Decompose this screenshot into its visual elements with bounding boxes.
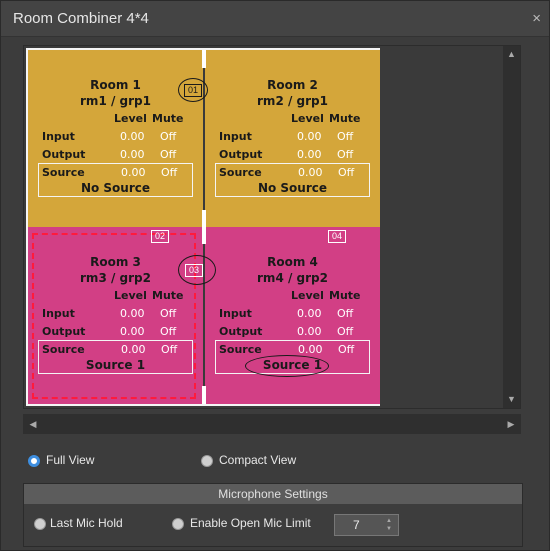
level-header: Level — [114, 112, 147, 125]
scroll-left-icon[interactable]: ◀ — [25, 414, 41, 434]
input-level[interactable]: 0.00 — [297, 307, 322, 320]
open-mic-limit-radio[interactable] — [172, 518, 184, 530]
output-level[interactable]: 0.00 — [297, 325, 322, 338]
mute-header: Mute — [329, 289, 361, 302]
spinner-down-icon[interactable]: ▼ — [382, 525, 396, 533]
vertical-scrollbar[interactable]: ▲ ▼ — [503, 46, 520, 408]
room-1-badge[interactable]: 01 — [184, 84, 202, 97]
room-2-panel[interactable]: Room 2 rm2 / grp1 Level Mute Input 0.00 … — [205, 50, 380, 227]
microphone-settings-title: Microphone Settings — [24, 484, 522, 504]
input-mute[interactable]: Off — [337, 130, 353, 143]
room-grid: Room 1 rm1 / grp1 Level Mute Input 0.00 … — [26, 48, 380, 406]
room-canvas: Room 1 rm1 / grp1 Level Mute Input 0.00 … — [23, 45, 521, 409]
source-level[interactable]: 0.00 — [121, 166, 146, 179]
source-level[interactable]: 0.00 — [298, 343, 323, 356]
spinner-up-icon[interactable]: ▲ — [382, 517, 396, 525]
room-1-group: rm1 / grp1 — [80, 94, 151, 108]
divider-bottom[interactable] — [202, 386, 206, 404]
output-level[interactable]: 0.00 — [120, 148, 145, 161]
full-view-radio[interactable] — [28, 455, 40, 467]
room-3-top-badge[interactable]: 02 — [151, 230, 169, 243]
source-label: Source — [42, 166, 85, 179]
output-mute[interactable]: Off — [160, 148, 176, 161]
divider-middle[interactable] — [202, 210, 206, 244]
input-mute[interactable]: Off — [337, 307, 353, 320]
source-box: Source 0.00 Off No Source — [38, 163, 193, 197]
input-label: Input — [219, 307, 252, 320]
scroll-up-icon[interactable]: ▲ — [503, 46, 520, 63]
microphone-settings-panel: Microphone Settings Last Mic Hold Enable… — [23, 483, 523, 547]
compact-view-radio[interactable] — [201, 455, 213, 467]
source-name[interactable]: No Source — [216, 181, 369, 195]
scroll-down-icon[interactable]: ▼ — [503, 391, 520, 408]
input-label: Input — [219, 130, 252, 143]
full-view-label[interactable]: Full View — [46, 453, 94, 467]
input-level[interactable]: 0.00 — [120, 130, 145, 143]
output-label: Output — [219, 148, 263, 161]
scroll-right-icon[interactable]: ▶ — [503, 414, 519, 434]
selection-dashed-outline — [32, 233, 196, 399]
output-mute[interactable]: Off — [337, 325, 353, 338]
level-header: Level — [291, 289, 324, 302]
mute-header: Mute — [329, 112, 361, 125]
room-1-panel[interactable]: Room 1 rm1 / grp1 Level Mute Input 0.00 … — [28, 50, 203, 227]
horizontal-scrollbar[interactable]: ◀ ▶ — [23, 414, 521, 434]
source-mute[interactable]: Off — [161, 166, 177, 179]
last-mic-hold-label[interactable]: Last Mic Hold — [50, 516, 123, 530]
room-combiner-window: Room Combiner 4*4 × Room 1 rm1 / grp1 Le… — [0, 0, 550, 551]
room-4-top-badge[interactable]: 04 — [328, 230, 346, 243]
output-level[interactable]: 0.00 — [297, 148, 322, 161]
room-4-group: rm4 / grp2 — [257, 271, 328, 285]
room-4-name: Room 4 — [267, 255, 318, 269]
window-title: Room Combiner 4*4 — [13, 10, 149, 27]
input-label: Input — [42, 130, 75, 143]
source-level[interactable]: 0.00 — [298, 166, 323, 179]
room-3-badge[interactable]: 03 — [185, 264, 203, 277]
output-label: Output — [42, 148, 86, 161]
title-bar: Room Combiner 4*4 × — [1, 1, 549, 37]
mute-header: Mute — [152, 112, 184, 125]
input-mute[interactable]: Off — [160, 130, 176, 143]
source-box: Source 0.00 Off No Source — [215, 163, 370, 197]
source-mute[interactable]: Off — [338, 166, 354, 179]
mic-limit-spinner[interactable]: 7 ▲ ▼ — [334, 514, 399, 536]
source-label: Source — [219, 343, 262, 356]
last-mic-hold-radio[interactable] — [34, 518, 46, 530]
room-2-name: Room 2 — [267, 78, 318, 92]
divider-top[interactable] — [202, 50, 206, 68]
output-label: Output — [219, 325, 263, 338]
output-mute[interactable]: Off — [337, 148, 353, 161]
source-label: Source — [219, 166, 262, 179]
room-2-group: rm2 / grp1 — [257, 94, 328, 108]
compact-view-label[interactable]: Compact View — [219, 453, 296, 467]
source-highlight-oval — [245, 355, 329, 377]
room-4-panel[interactable]: Room 4 rm4 / grp2 Level Mute Input 0.00 … — [205, 227, 380, 404]
close-icon[interactable]: × — [532, 1, 541, 37]
room-1-name: Room 1 — [90, 78, 141, 92]
spinner-arrows[interactable]: ▲ ▼ — [382, 517, 396, 533]
room-3-panel[interactable]: Room 3 rm3 / grp2 Level Mute Input 0.00 … — [28, 227, 203, 404]
open-mic-limit-label[interactable]: Enable Open Mic Limit — [190, 516, 311, 530]
source-name[interactable]: No Source — [39, 181, 192, 195]
level-header: Level — [291, 112, 324, 125]
mic-limit-value[interactable]: 7 — [353, 518, 360, 532]
source-mute[interactable]: Off — [338, 343, 354, 356]
input-level[interactable]: 0.00 — [297, 130, 322, 143]
